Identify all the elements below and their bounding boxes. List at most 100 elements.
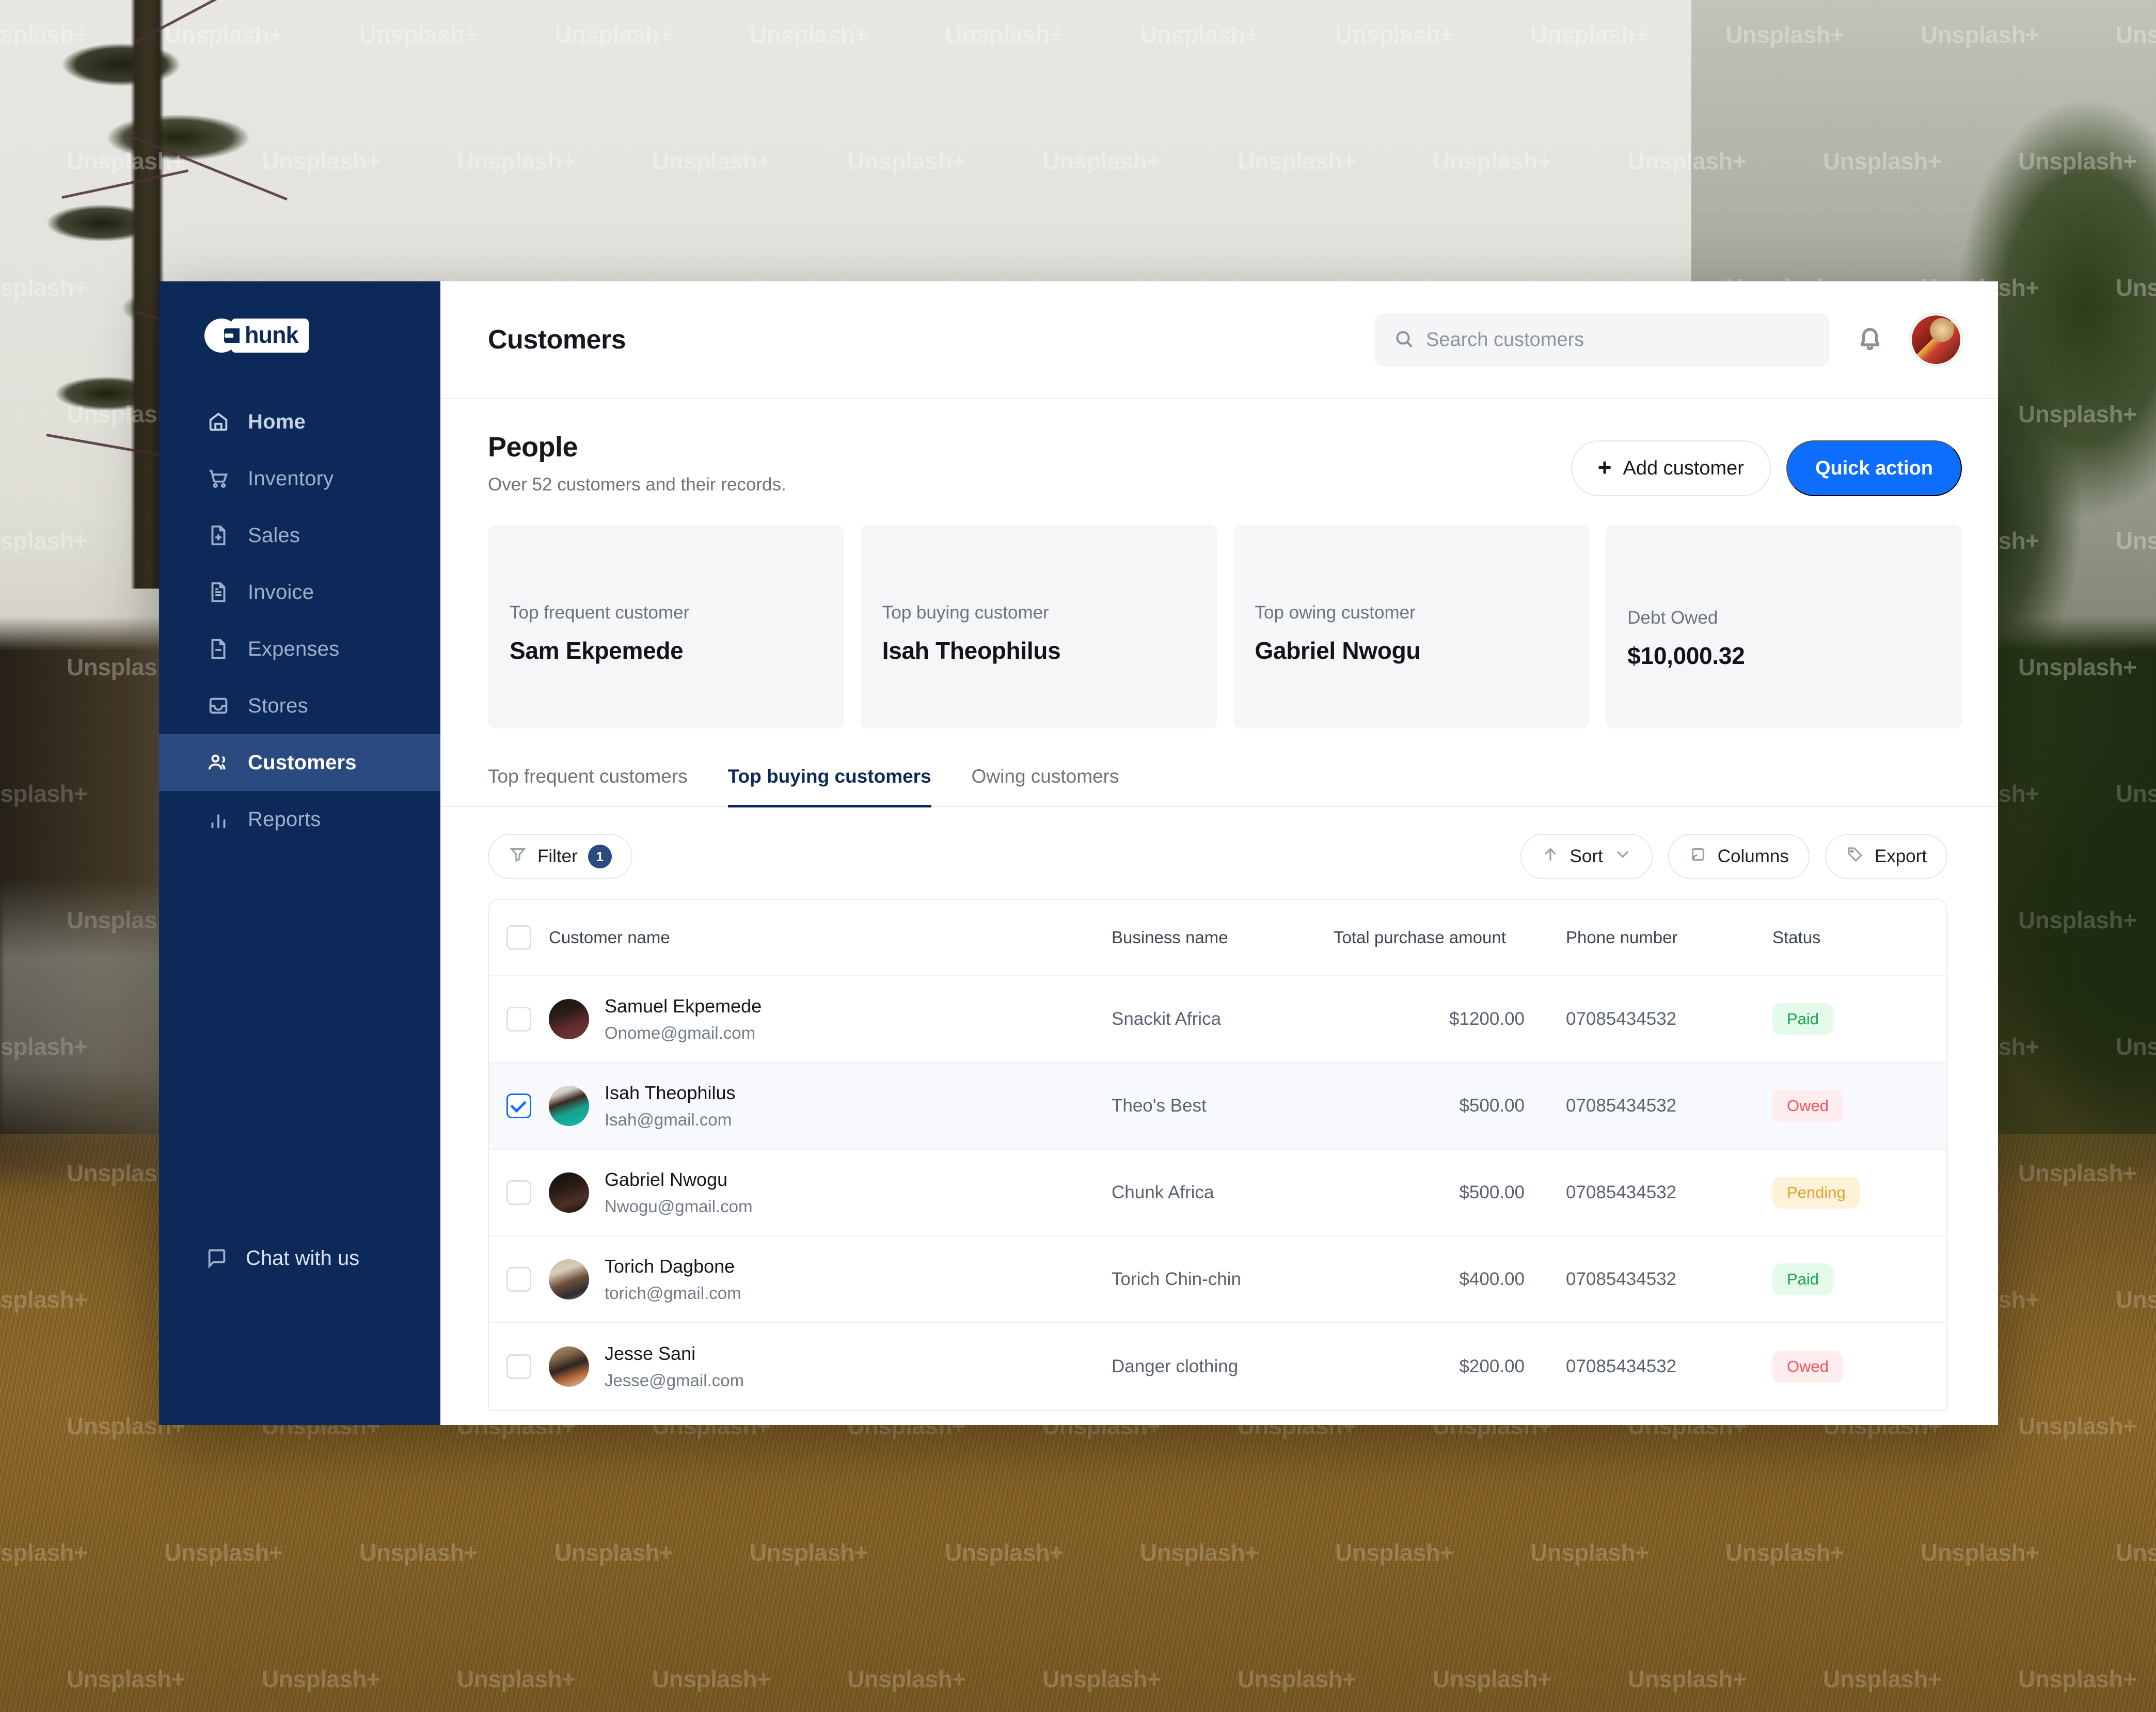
select-all-cell [489,925,549,950]
sidebar-item-label: Expenses [248,637,340,660]
row-checkbox[interactable] [506,1354,531,1379]
watermark-text: Unsplash+ [0,1539,88,1566]
column-header-status[interactable]: Status [1772,928,1946,947]
watermark-text: Unsplash+ [2018,654,2137,680]
table-row[interactable]: Torich Dagbone torich@gmail.com Torich C… [489,1237,1946,1323]
watermark-text: Unsplash+ [2018,401,2137,427]
chat-with-us-button[interactable]: Chat with us [204,1246,440,1270]
stat-card-top-buying: Top buying customer Isah Theophilus [860,525,1217,728]
row-checkbox[interactable] [506,1093,531,1118]
export-button[interactable]: Export [1825,834,1947,879]
cell-business-name: Snackit Africa [1112,1009,1222,1029]
row-checkbox[interactable] [506,1267,531,1292]
avatar[interactable] [1910,314,1962,366]
sidebar-item-reports[interactable]: Reports [159,791,440,848]
watermark-text: Unsplash+ [67,1666,185,1692]
watermark-text: Unsplash+ [359,1539,478,1566]
watermark-text: Unsplash+ [1042,1666,1161,1692]
column-header-business-name[interactable]: Business name [1112,928,1334,947]
sidebar-item-expenses[interactable]: Expenses [159,621,440,677]
cell-status: Paid [1772,1003,1946,1035]
table-row[interactable]: Isah Theophilus Isah@gmail.com Theo's Be… [489,1063,1946,1150]
customers-table-wrap: Customer name Business name Total purcha… [440,879,1998,1425]
watermark-text: Unsplash+ [164,21,283,48]
cell-phone: 07085434532 [1566,1182,1677,1202]
watermark-text: Unsplash+ [0,274,88,301]
chat-with-us-label: Chat with us [246,1246,360,1270]
watermark-text: Unsplash+ [2018,148,2137,175]
page-content: People Over 52 customers and their recor… [440,399,1998,1425]
filter-button[interactable]: Filter 1 [488,834,632,879]
cart-icon [207,467,230,490]
sidebar-item-stores[interactable]: Stores [159,677,440,734]
watermark-text: Unsplash+ [1140,21,1259,48]
stat-cards: Top frequent customer Sam Ekpemede Top b… [440,496,1998,728]
export-label: Export [1874,846,1927,866]
stat-card-label: Top frequent customer [510,603,690,623]
page-actions: + Add customer Quick action [1571,431,1962,496]
cell-phone: 07085434532 [1566,1096,1677,1116]
status-badge: Owed [1772,1090,1843,1122]
logo[interactable]: hunk [159,281,440,355]
watermark-text: Unsplash+ [945,1539,1064,1566]
filter-count-badge: 1 [588,845,612,868]
cell-business-name: Torich Chin-chin [1112,1269,1241,1289]
sort-button[interactable]: Sort [1520,834,1653,879]
row-checkbox[interactable] [506,1007,531,1032]
table-row[interactable]: Jesse Sani Jesse@gmail.com Danger clothi… [489,1323,1946,1410]
row-checkbox[interactable] [506,1180,531,1205]
search-input[interactable] [1426,328,1810,351]
tab-top-buying-customers[interactable]: Top buying customers [727,766,931,807]
customer-name: Gabriel Nwogu [605,1169,728,1190]
cell-customer-name: Samuel Ekpemede Onome@gmail.com [549,995,1112,1043]
column-header-total-purchase-amount[interactable]: Total purchase amount [1334,928,1566,947]
watermark-text: Unsplash+ [2116,21,2156,48]
watermark-text: Unsplash+ [2116,1033,2156,1060]
tab-top-frequent-customers[interactable]: Top frequent customers [488,766,688,807]
sidebar: hunk Home Inventory Sales Invoice Expens… [159,281,440,1425]
select-all-checkbox[interactable] [506,925,531,950]
table-row[interactable]: Samuel Ekpemede Onome@gmail.com Snackit … [489,976,1946,1063]
columns-icon [1689,845,1707,868]
watermark-text: Unsplash+ [164,1539,283,1566]
sidebar-item-sales[interactable]: Sales [159,507,440,564]
row-select-cell [489,1180,549,1205]
sidebar-item-customers[interactable]: Customers [159,734,440,791]
chat-bubble-icon [204,1246,228,1270]
sidebar-item-home[interactable]: Home [159,393,440,450]
main-area: Customers People Over 52 customers and t… [440,281,1998,1425]
cell-status: Owed [1772,1090,1946,1122]
bell-icon[interactable] [1854,324,1885,355]
add-customer-label: Add customer [1623,457,1744,479]
cell-status: Owed [1772,1351,1946,1383]
column-header-customer-name[interactable]: Customer name [549,928,1112,947]
arrow-up-icon [1541,845,1560,868]
quick-action-button[interactable]: Quick action [1786,440,1962,496]
column-header-phone-number[interactable]: Phone number [1566,928,1772,947]
customer-name: Torich Dagbone [605,1256,735,1277]
watermark-text: Unsplash+ [457,1666,576,1692]
table-row[interactable]: Gabriel Nwogu Nwogu@gmail.com Chunk Afri… [489,1150,1946,1237]
sidebar-item-invoice[interactable]: Invoice [159,564,440,621]
cell-customer-name: Isah Theophilus Isah@gmail.com [549,1082,1112,1130]
stat-card-label: Top buying customer [882,603,1049,623]
watermark-text: Unsplash+ [1530,21,1649,48]
avatar [549,1346,589,1387]
plus-icon: + [1597,454,1612,481]
add-customer-button[interactable]: + Add customer [1571,440,1771,496]
watermark-text: Unsplash+ [945,21,1064,48]
stat-card-value: $10,000.32 [1627,642,1745,669]
watermark-text: Unsplash+ [1628,1666,1747,1692]
tab-owing-customers[interactable]: Owing customers [972,766,1119,807]
watermark-text: Unsplash+ [554,21,673,48]
search-box[interactable] [1374,313,1830,367]
watermark-text: Unsplash+ [0,527,88,554]
sidebar-item-inventory[interactable]: Inventory [159,450,440,507]
columns-button[interactable]: Columns [1668,834,1810,879]
cell-status: Paid [1772,1263,1946,1295]
watermark-text: Unsplash+ [750,1539,868,1566]
watermark-text: Unsplash+ [0,780,88,807]
watermark-text: Unsplash+ [554,1539,673,1566]
watermark-text: Unsplash+ [0,21,88,48]
page-subtitle: Over 52 customers and their records. [488,474,786,495]
